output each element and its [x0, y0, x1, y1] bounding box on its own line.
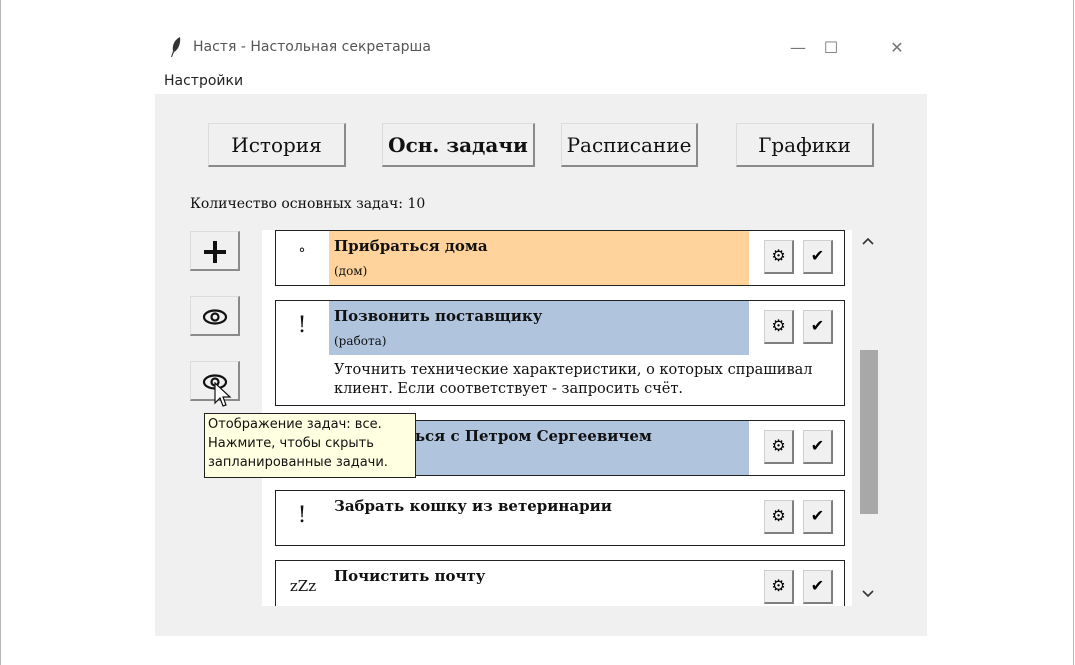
- check-icon: ✔: [810, 316, 825, 335]
- task-settings-button[interactable]: ⚙: [764, 430, 794, 464]
- task-complete-button[interactable]: ✔: [803, 430, 833, 464]
- tooltip-line: Нажмите, чтобы скрыть: [208, 436, 374, 451]
- task-item[interactable]: ! Позвонить поставщику (работа) Уточнить…: [275, 300, 845, 406]
- tooltip-line: запланированные задачи.: [208, 455, 388, 470]
- window-title: Настя - Настольная секретарша: [193, 39, 431, 55]
- task-item[interactable]: ! Забрать кошку из ветеринарии ⚙ ✔: [275, 490, 845, 546]
- task-category: (работа): [334, 334, 387, 348]
- scroll-up-arrow-icon[interactable]: [860, 233, 876, 249]
- tab-history[interactable]: История: [208, 123, 346, 167]
- gear-icon: ⚙: [771, 506, 786, 525]
- task-complete-button[interactable]: ✔: [803, 310, 833, 344]
- gear-icon: ⚙: [771, 316, 786, 335]
- task-name: Прибраться дома: [334, 237, 488, 255]
- task-name: Почистить почту: [334, 567, 486, 585]
- add-icon: [204, 241, 226, 263]
- tab-schedule[interactable]: Расписание: [561, 123, 698, 167]
- task-name: Забрать кошку из ветеринарии: [334, 497, 612, 515]
- gear-icon: ⚙: [771, 246, 786, 265]
- menu-bar: Настройки: [155, 70, 927, 94]
- task-description: Уточнить технические характеристики, о к…: [334, 362, 813, 397]
- mouse-cursor-icon: [214, 382, 232, 407]
- tab-charts[interactable]: Графики: [736, 123, 874, 167]
- tooltip-line: Отображение задач: все.: [208, 417, 382, 432]
- scroll-down-arrow-icon[interactable]: [860, 586, 876, 602]
- dot-icon: °: [298, 246, 306, 262]
- view-tooltip: Отображение задач: все. Нажмите, чтобы с…: [204, 413, 416, 478]
- task-header: Прибраться дома (дом): [329, 231, 749, 285]
- app-window: Настя - Настольная секретарша — ☐ ✕ Наст…: [155, 28, 927, 636]
- check-icon: ✔: [810, 436, 825, 455]
- task-name: Позвонить поставщику: [334, 307, 543, 325]
- feather-icon: [171, 37, 181, 57]
- task-settings-button[interactable]: ⚙: [764, 570, 794, 604]
- frame-right-edge: [1073, 0, 1074, 665]
- task-complete-button[interactable]: ✔: [803, 500, 833, 534]
- task-complete-button[interactable]: ✔: [803, 570, 833, 604]
- close-button[interactable]: ✕: [875, 32, 919, 64]
- exclamation-icon: !: [297, 503, 307, 528]
- tab-main-tasks[interactable]: Осн. задачи: [382, 123, 535, 167]
- task-header: Почистить почту: [329, 561, 749, 606]
- maximize-button[interactable]: ☐: [809, 32, 853, 64]
- task-item[interactable]: zZz Почистить почту ⚙ ✔: [275, 560, 845, 606]
- task-header: Позвонить поставщику (работа): [329, 301, 749, 355]
- task-item[interactable]: ° Прибраться дома (дом) ⚙ ✔: [275, 230, 845, 286]
- check-icon: ✔: [810, 576, 825, 595]
- gear-icon: ⚙: [771, 436, 786, 455]
- frame-left-edge: [0, 0, 1, 665]
- view-toggle-button[interactable]: [190, 296, 240, 336]
- sleep-icon: zZz: [289, 577, 317, 595]
- task-settings-button[interactable]: ⚙: [764, 240, 794, 274]
- task-settings-button[interactable]: ⚙: [764, 310, 794, 344]
- check-icon: ✔: [810, 506, 825, 525]
- task-settings-button[interactable]: ⚙: [764, 500, 794, 534]
- task-count-label: Количество основных задач: 10: [190, 196, 426, 212]
- title-bar[interactable]: Настя - Настольная секретарша — ☐ ✕: [155, 28, 927, 70]
- scrollbar-thumb[interactable]: [860, 350, 878, 514]
- task-category: (дом): [334, 264, 368, 278]
- add-task-button[interactable]: [190, 231, 240, 271]
- exclamation-icon: !: [297, 313, 307, 338]
- check-icon: ✔: [810, 246, 825, 265]
- task-complete-button[interactable]: ✔: [803, 240, 833, 274]
- menu-settings[interactable]: Настройки: [164, 73, 243, 89]
- gear-icon: ⚙: [771, 576, 786, 595]
- task-header: Забрать кошку из ветеринарии: [329, 491, 749, 545]
- eye-icon: [202, 309, 228, 325]
